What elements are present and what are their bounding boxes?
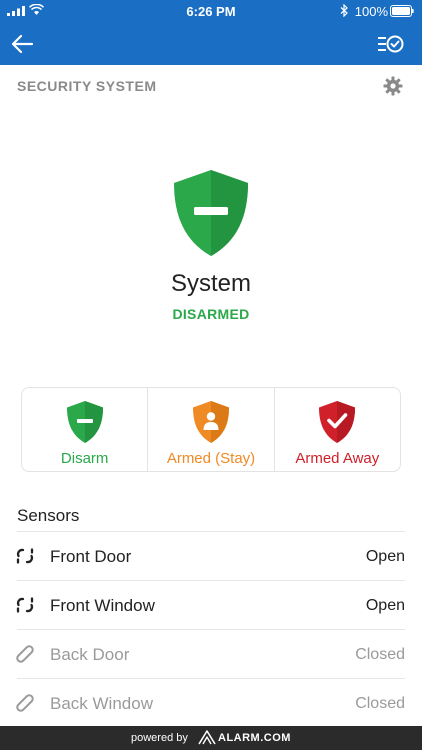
sensor-name: Back Window [50, 694, 153, 713]
battery-percent: 100% [354, 4, 388, 19]
sensor-name: Front Window [50, 596, 155, 615]
sensor-state: Open [365, 597, 405, 614]
event-history-icon[interactable] [378, 34, 404, 54]
arming-mode-panel: Disarm Armed (Stay) Armed Away [21, 387, 401, 472]
back-arrow-icon[interactable] [10, 33, 34, 55]
status-bar: 6:26 PM 100% [0, 0, 422, 22]
bluetooth-icon [340, 4, 348, 17]
armed-away-label: Armed Away [295, 450, 380, 467]
shield-minus-icon [66, 401, 103, 443]
sensor-row-back-window[interactable]: Back Window Closed [0, 679, 422, 727]
shield-person-icon [192, 401, 229, 443]
powered-by-footer: powered by ALARM.COM [0, 726, 422, 750]
alarm-com-logo-icon [198, 730, 216, 745]
top-bar: 6:26 PM 100% [0, 0, 422, 65]
sensor-name: Back Door [50, 645, 130, 664]
brand-name: ALARM.COM [218, 732, 291, 744]
sensor-row-back-door[interactable]: Back Door Closed [0, 630, 422, 678]
system-name: System [170, 270, 251, 297]
sensor-row-front-window[interactable]: Front Window Open [0, 581, 422, 629]
shield-check-icon [319, 401, 356, 443]
disarm-label: Disarm [60, 450, 109, 467]
link-icon [16, 645, 34, 663]
sensor-row-front-door[interactable]: Front Door Open [0, 532, 422, 580]
battery-icon [390, 5, 414, 17]
armed-stay-label: Armed (Stay) [166, 450, 256, 467]
broken-link-icon [16, 548, 34, 564]
sensor-state: Closed [355, 695, 405, 712]
link-icon [16, 694, 34, 712]
page-title: SECURITY SYSTEM [17, 78, 157, 94]
shield-minus-icon [174, 170, 248, 256]
gear-icon[interactable] [383, 76, 403, 96]
armed-away-button[interactable]: Armed Away [275, 388, 400, 471]
sensor-name: Front Door [50, 547, 132, 566]
sensor-state: Open [365, 548, 405, 565]
armed-stay-button[interactable]: Armed (Stay) [148, 388, 275, 471]
broken-link-icon [16, 597, 34, 613]
sensors-heading: Sensors [17, 506, 80, 525]
sensor-state: Closed [355, 646, 405, 663]
disarm-button[interactable]: Disarm [22, 388, 149, 471]
powered-by-text: powered by [131, 732, 188, 744]
system-status: DISARMED [172, 306, 250, 322]
